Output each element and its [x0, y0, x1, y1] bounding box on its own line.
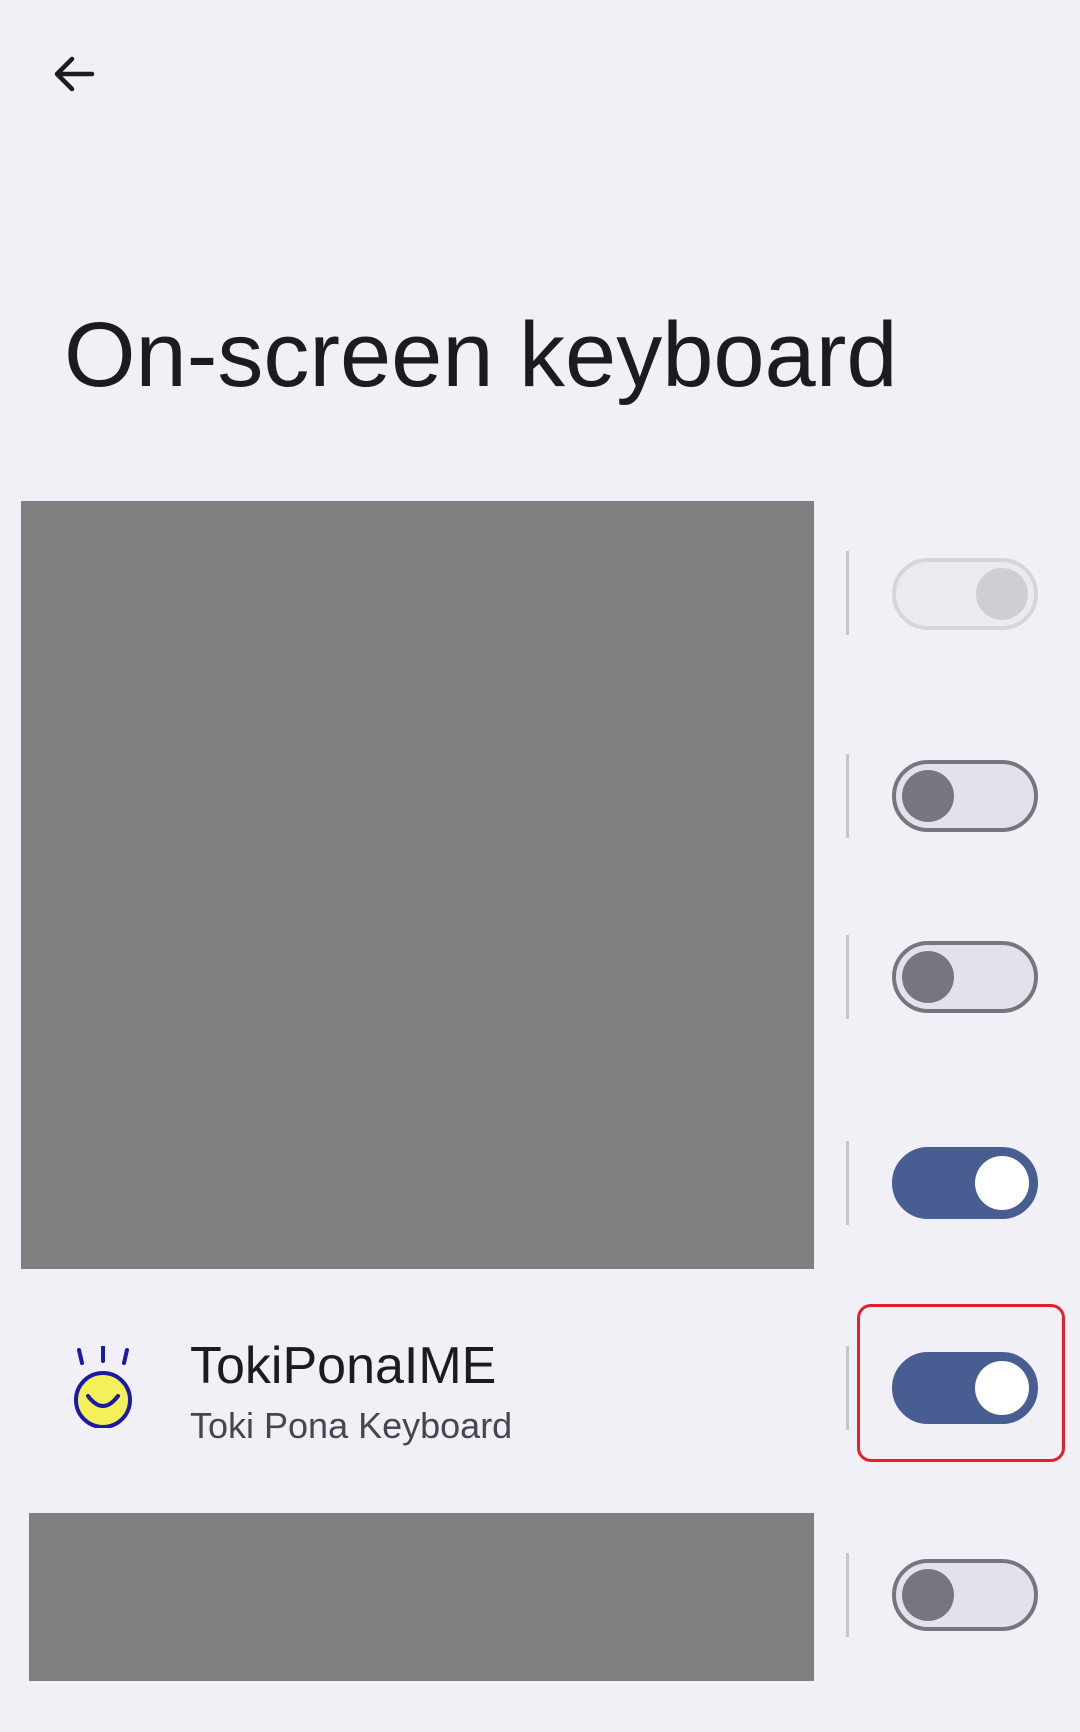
toki-pona-smiley-icon — [68, 1345, 138, 1429]
keyboard-description: Toki Pona Keyboard — [190, 1405, 513, 1446]
redacted-keyboard-list — [21, 501, 814, 1269]
toggle-thumb — [976, 568, 1028, 620]
redacted-keyboard-item — [29, 1513, 814, 1681]
keyboard-toggle-4[interactable] — [892, 1147, 1038, 1219]
tokiponaime-toggle[interactable] — [892, 1352, 1038, 1424]
row-divider — [846, 551, 849, 635]
toggle-thumb — [975, 1361, 1029, 1415]
keyboard-toggle-1 — [892, 558, 1038, 630]
keyboard-name: TokiPonaIME — [190, 1337, 497, 1395]
keyboard-toggle-2[interactable] — [892, 760, 1038, 832]
row-divider — [846, 935, 849, 1019]
toggle-thumb — [902, 770, 954, 822]
toggle-thumb — [902, 1569, 954, 1621]
keyboard-toggle-6[interactable] — [892, 1559, 1038, 1631]
row-divider — [846, 754, 849, 838]
arrow-back-icon — [54, 56, 95, 92]
toggle-thumb — [902, 951, 954, 1003]
page-title: On-screen keyboard — [64, 304, 898, 406]
toggle-thumb — [975, 1156, 1029, 1210]
row-divider — [846, 1346, 849, 1430]
row-divider — [846, 1141, 849, 1225]
row-divider — [846, 1553, 849, 1637]
keyboard-toggle-3[interactable] — [892, 941, 1038, 1013]
back-button[interactable] — [40, 40, 108, 108]
